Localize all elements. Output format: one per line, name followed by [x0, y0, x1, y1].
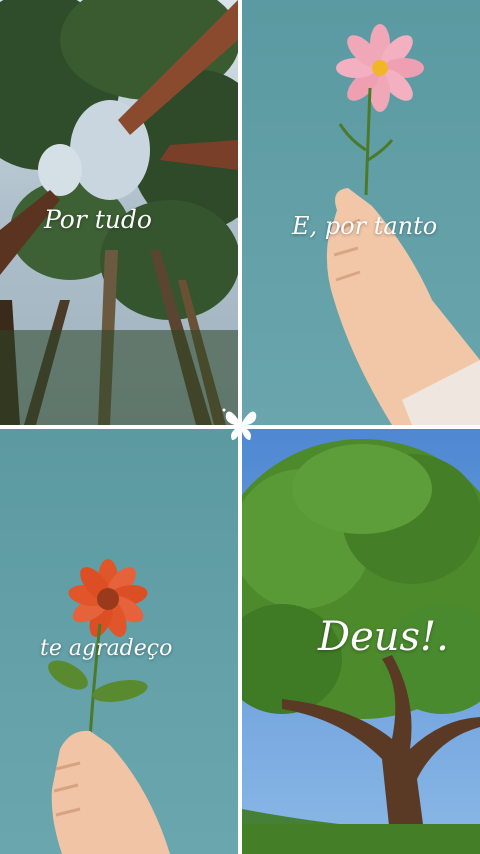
butterfly-icon: [222, 408, 257, 440]
caption-te-agradeco: te agradeço: [40, 636, 173, 661]
caption-deus: Deus!.: [318, 614, 449, 660]
photo-collage: Por tudo E, por tanto te agradeço Deus!.: [0, 0, 480, 854]
caption-por-tudo: Por tudo: [44, 205, 152, 234]
panel-red-flower: te agradeço: [0, 429, 238, 854]
panel-big-tree: Deus!.: [242, 429, 480, 854]
caption-e-por-tanto: E, por tanto: [292, 212, 438, 240]
panel-pink-flower: E, por tanto: [242, 0, 480, 425]
panel-forest: Por tudo: [0, 0, 238, 425]
